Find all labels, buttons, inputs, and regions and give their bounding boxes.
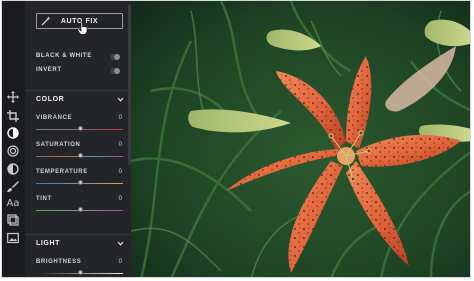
temperature-label: TEMPERATURE [36, 169, 88, 175]
brightness-slider[interactable] [36, 270, 123, 275]
hand-cursor-icon [77, 21, 88, 35]
move-icon[interactable] [6, 90, 20, 104]
saturation-value: 0 [118, 142, 122, 148]
crop-icon[interactable] [6, 109, 20, 123]
image-icon[interactable] [6, 231, 20, 245]
vibrance-value: 0 [118, 115, 122, 121]
filter-icon[interactable] [6, 144, 20, 158]
brightness-slider-thumb[interactable] [77, 270, 83, 275]
brush-icon[interactable] [6, 179, 20, 193]
black-white-label: BLACK & WHITE [36, 53, 92, 59]
tint-value: 0 [118, 196, 122, 202]
tint-slider[interactable] [36, 207, 123, 212]
tool-rail: Aa [2, 1, 26, 277]
vibrance-slider-thumb[interactable] [77, 126, 83, 131]
vignette-icon[interactable] [6, 162, 20, 176]
temperature-slider-thumb[interactable] [77, 180, 83, 185]
magic-wand-icon [41, 16, 51, 26]
photo-editor-window: Aa AUTO FIX BLACK & WHITE INVERT COLOR V… [1, 0, 471, 278]
black-white-toggle[interactable] [110, 54, 120, 60]
photo-canvas[interactable] [131, 1, 470, 277]
invert-label: INVERT [36, 67, 62, 73]
brightness-value: 0 [118, 259, 122, 265]
lily-photo [131, 1, 470, 277]
vibrance-label: VIBRANCE [36, 115, 73, 121]
light-section-header[interactable]: LIGHT [25, 234, 131, 252]
color-section-title: COLOR [36, 96, 65, 103]
chevron-down-icon [117, 241, 124, 246]
tint-slider-thumb[interactable] [77, 207, 83, 212]
saturation-slider[interactable] [36, 153, 123, 158]
light-section-title: LIGHT [36, 240, 60, 247]
invert-toggle[interactable] [110, 68, 120, 74]
saturation-slider-thumb[interactable] [77, 153, 83, 158]
text-icon[interactable]: Aa [6, 196, 20, 210]
adjust-icon[interactable] [6, 126, 20, 140]
temperature-slider[interactable] [36, 180, 123, 185]
chevron-down-icon [117, 97, 124, 102]
layers-icon[interactable] [6, 213, 20, 227]
screenshot-frame: Aa AUTO FIX BLACK & WHITE INVERT COLOR V… [0, 0, 474, 281]
saturation-label: SATURATION [36, 142, 81, 148]
tint-label: TINT [36, 196, 52, 202]
brightness-label: BRIGHTNESS [36, 259, 82, 265]
vibrance-slider[interactable] [36, 126, 123, 131]
color-section-header[interactable]: COLOR [25, 90, 131, 108]
temperature-value: 0 [118, 169, 122, 175]
